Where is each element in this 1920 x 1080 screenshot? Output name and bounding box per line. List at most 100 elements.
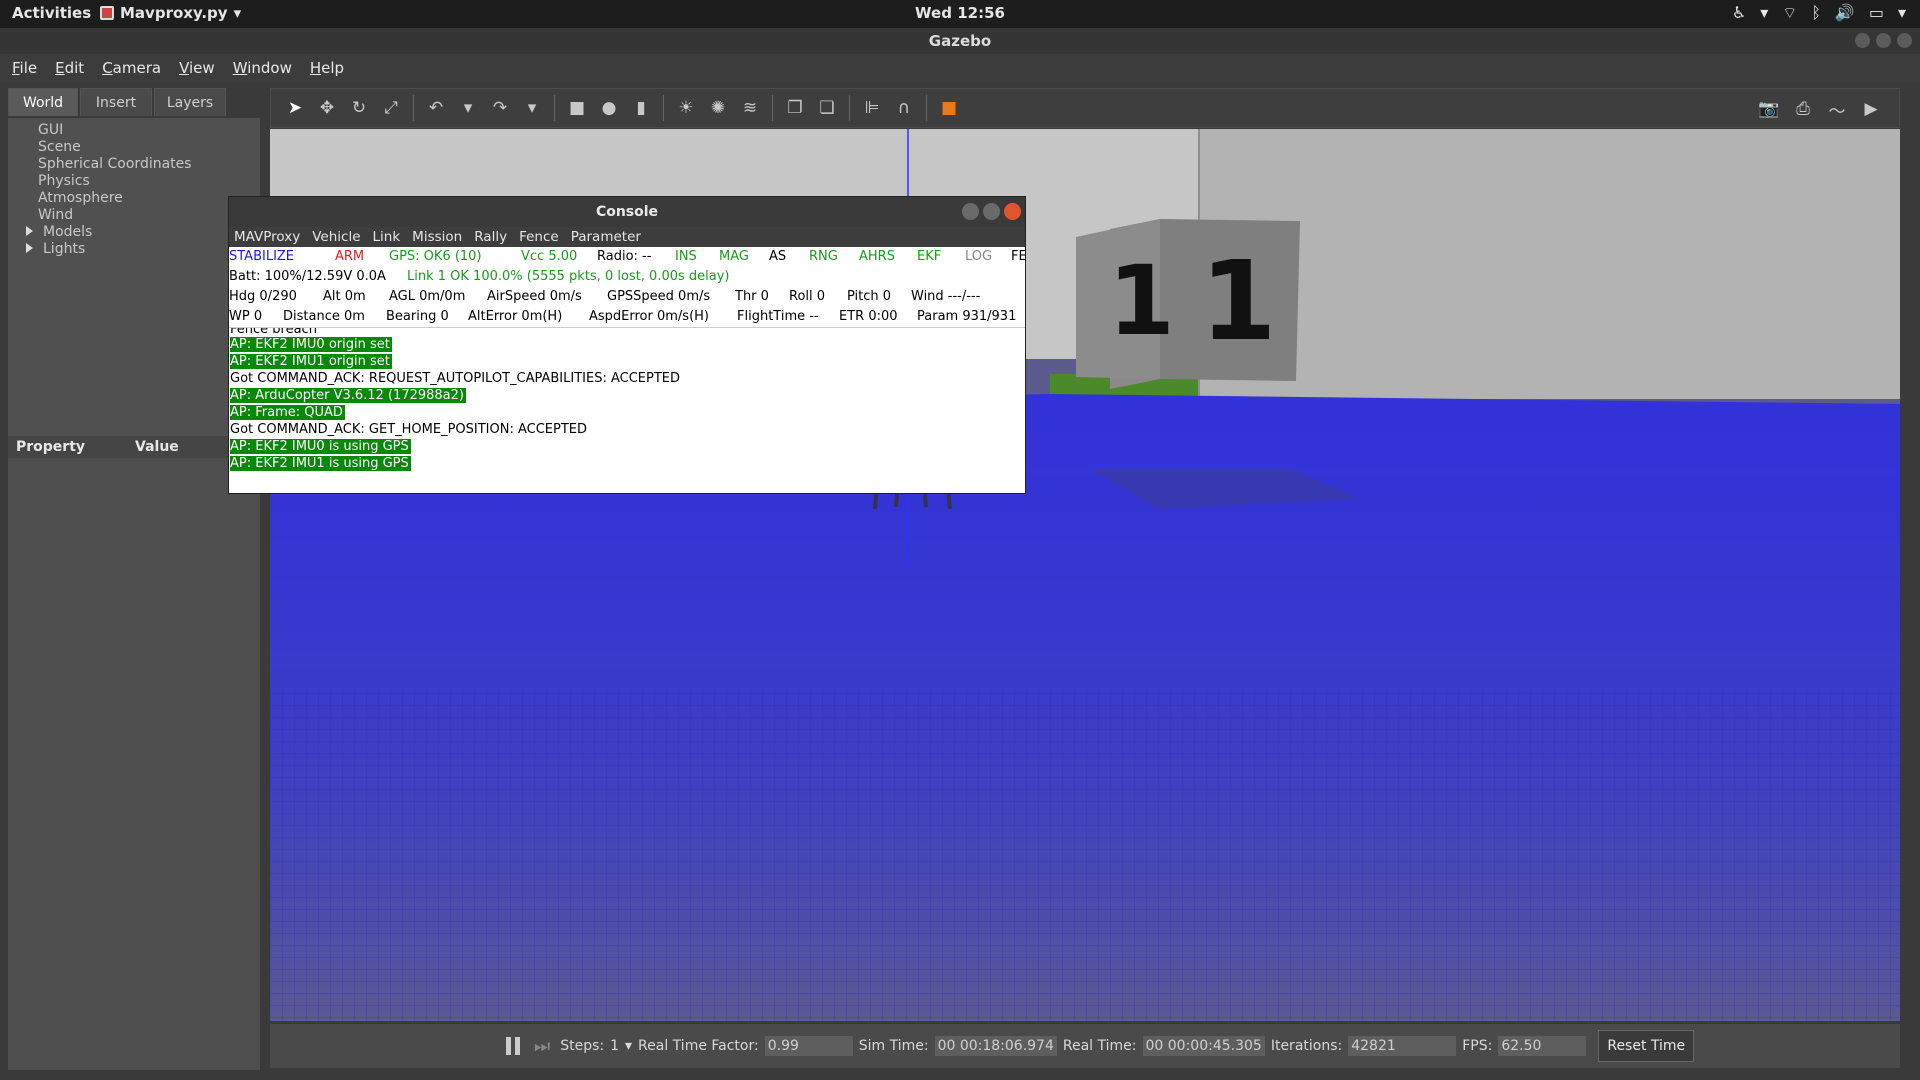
log-line: AP: Frame: QUAD <box>230 405 345 420</box>
align-icon[interactable]: ⊫ <box>860 96 884 120</box>
tree-item-gui[interactable]: GUI <box>20 122 260 139</box>
chevron-down-icon[interactable]: ▾ <box>625 1038 632 1054</box>
pitch: Pitch 0 <box>847 289 892 304</box>
simulation-controls: ⏭ Steps: 1 ▾ Real Time Factor: 0.99 Sim … <box>270 1024 1900 1068</box>
status-row-1: STABILIZE ARM GPS: OK6 (10) Vcc 5.00 Rad… <box>229 247 1027 267</box>
bluetooth-icon[interactable]: ᛒ <box>1811 3 1821 23</box>
box-shape-icon[interactable]: ■ <box>565 96 589 120</box>
menu-camera[interactable]: Camera <box>102 59 161 77</box>
gps-status: GPS: OK6 (10) <box>389 249 482 264</box>
tree-item-atmosphere[interactable]: Atmosphere <box>20 190 260 207</box>
tab-world[interactable]: World <box>8 88 78 116</box>
property-column-header: Property <box>16 439 86 455</box>
left-panel: World Insert Layers GUI Scene Spherical … <box>8 88 260 1070</box>
view-angle-icon[interactable]: ■ <box>937 96 961 120</box>
console-log[interactable]: Fence breach AP: EKF2 IMU0 origin set AP… <box>229 327 1025 472</box>
sim-time-label: Sim Time: <box>858 1038 929 1054</box>
expand-arrow-icon[interactable] <box>26 243 33 253</box>
rotate-icon[interactable]: ↻ <box>347 96 371 120</box>
battery-icon[interactable]: ▭ <box>1869 3 1884 23</box>
undo-icon[interactable]: ↶ <box>424 96 448 120</box>
chevron-down-icon: ▾ <box>1897 3 1906 22</box>
translate-icon[interactable]: ✥ <box>315 96 339 120</box>
camera-icon[interactable]: 📷 <box>1757 97 1781 121</box>
menu-help[interactable]: Help <box>310 59 344 77</box>
menu-window[interactable]: Window <box>233 59 292 77</box>
console-menu-mavproxy[interactable]: MAVProxy <box>234 227 300 247</box>
redo-icon[interactable]: ↷ <box>488 96 512 120</box>
log-icon[interactable]: ⎙ <box>1791 97 1815 121</box>
console-menubar: MAVProxy Vehicle Link Mission Rally Fenc… <box>229 227 1025 247</box>
toolbar-separator <box>772 95 773 121</box>
console-menu-mission[interactable]: Mission <box>412 227 462 247</box>
log-line: AP: ArduCopter V3.6.12 (172988a2) <box>230 388 466 403</box>
tree-item-models[interactable]: Models <box>20 224 260 241</box>
tab-layers[interactable]: Layers <box>154 88 226 116</box>
chevron-down-icon[interactable]: ▾ <box>520 96 544 120</box>
console-minimize-button[interactable] <box>962 203 979 220</box>
pause-icon[interactable] <box>506 1037 524 1055</box>
directional-light-icon[interactable]: ≋ <box>738 96 762 120</box>
scale-icon[interactable]: ⤢ <box>379 96 403 120</box>
console-maximize-button[interactable] <box>983 203 1000 220</box>
console-menu-fence[interactable]: Fence <box>519 227 559 247</box>
menu-edit[interactable]: Edit <box>55 59 84 77</box>
panel-tabs: World Insert Layers <box>8 88 260 116</box>
tab-insert[interactable]: Insert <box>80 88 152 116</box>
vcc-status: Vcc 5.00 <box>521 249 578 264</box>
tree-item-spherical-coordinates[interactable]: Spherical Coordinates <box>20 156 260 173</box>
copy-icon[interactable]: ❐ <box>783 96 807 120</box>
log-line: Got COMMAND_ACK: REQUEST_AUTOPILOT_CAPAB… <box>230 371 681 386</box>
wifi-icon[interactable]: ⌔ <box>1782 3 1797 23</box>
sphere-shape-icon[interactable]: ● <box>597 96 621 120</box>
menu-view[interactable]: View <box>179 59 215 77</box>
sim-time-field: 00 00:18:06.974 <box>934 1036 1057 1056</box>
video-record-icon[interactable]: ▶ <box>1859 97 1883 121</box>
step-icon[interactable]: ⏭ <box>534 1036 550 1057</box>
volume-icon[interactable]: 🔊 <box>1835 3 1855 23</box>
console-titlebar[interactable]: Console <box>229 197 1025 227</box>
log-line: AP: EKF2 IMU0 origin set <box>230 337 392 352</box>
cylinder-shape-icon[interactable]: ▮ <box>629 96 653 120</box>
console-menu-vehicle[interactable]: Vehicle <box>312 227 360 247</box>
reset-time-button[interactable]: Reset Time <box>1598 1030 1695 1062</box>
system-top-bar: Activities Mavproxy.py ▾ Wed 12:56 ♿ ▾ ⌔… <box>0 0 1920 28</box>
iterations-field: 42821 <box>1348 1036 1457 1056</box>
console-menu-rally[interactable]: Rally <box>474 227 507 247</box>
tree-item-lights[interactable]: Lights <box>20 241 260 258</box>
console-menu-parameter[interactable]: Parameter <box>571 227 641 247</box>
expand-arrow-icon[interactable] <box>26 226 33 236</box>
tree-item-physics[interactable]: Physics <box>20 173 260 190</box>
select-arrow-icon[interactable]: ➤ <box>283 96 307 120</box>
accessibility-icon[interactable]: ♿ <box>1732 3 1746 23</box>
rtf-label: Real Time Factor: <box>638 1038 759 1054</box>
tree-item-wind[interactable]: Wind <box>20 207 260 224</box>
menu-file[interactable]: File <box>12 59 37 77</box>
box-number-right: 1 <box>1200 237 1277 365</box>
battery-status: Batt: 100%/12.59V 0.0A <box>229 269 386 284</box>
log-status: LOG <box>965 249 993 264</box>
wind: Wind ---/--- <box>911 289 981 304</box>
log-line: AP: EKF2 IMU1 origin set <box>230 354 392 369</box>
console-close-button[interactable] <box>1004 203 1021 220</box>
status-row-4: WP 0 Distance 0m Bearing 0 AltError 0m(H… <box>229 307 1025 327</box>
system-tray[interactable]: ♿ ▾ ⌔ ᛒ 🔊 ▭ ▾ <box>1732 3 1906 23</box>
clock[interactable]: Wed 12:56 <box>0 4 1920 22</box>
console-menu-link[interactable]: Link <box>373 227 401 247</box>
property-table[interactable] <box>8 458 260 1070</box>
airspeed: AirSpeed 0m/s <box>487 289 582 304</box>
steps-value[interactable]: 1 <box>610 1038 619 1054</box>
snap-icon[interactable]: ∩ <box>892 96 916 120</box>
minimize-button[interactable] <box>1855 33 1870 48</box>
mavproxy-console-window[interactable]: Console MAVProxy Vehicle Link Mission Ra… <box>228 196 1027 494</box>
chevron-down-icon[interactable]: ▾ <box>456 96 480 120</box>
far-wall <box>1198 129 1900 399</box>
maximize-button[interactable] <box>1876 33 1891 48</box>
point-light-icon[interactable]: ☀ <box>674 96 698 120</box>
spot-light-icon[interactable]: ✺ <box>706 96 730 120</box>
close-button[interactable] <box>1897 33 1912 48</box>
tree-item-scene[interactable]: Scene <box>20 139 260 156</box>
plot-icon[interactable]: 〜 <box>1825 97 1849 122</box>
chevron-down-icon: ▾ <box>1760 3 1769 22</box>
paste-icon[interactable]: ❏ <box>815 96 839 120</box>
